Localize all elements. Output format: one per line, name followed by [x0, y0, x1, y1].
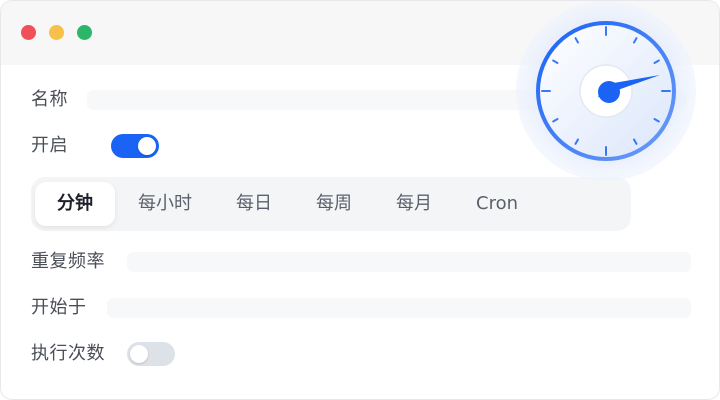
enable-toggle[interactable]: [111, 134, 159, 158]
tab-minute[interactable]: 分钟: [35, 182, 115, 226]
tab-monthly[interactable]: 每月: [377, 182, 451, 226]
exec-count-toggle[interactable]: [127, 342, 175, 366]
scheduler-window: 名称 开启 分钟 每小时 每日 每周 每月 Cron 重复频率 开始于 执行次数: [0, 0, 720, 400]
minimize-window-button[interactable]: [49, 25, 64, 40]
start-at-input[interactable]: [107, 298, 691, 318]
exec-count-label: 执行次数: [31, 343, 105, 364]
repeat-frequency-label: 重复频率: [31, 251, 105, 272]
speedometer-icon: [506, 1, 706, 201]
maximize-window-button[interactable]: [77, 25, 92, 40]
start-at-label: 开始于: [31, 297, 87, 318]
tab-hourly[interactable]: 每小时: [123, 182, 207, 226]
tab-daily[interactable]: 每日: [217, 182, 291, 226]
name-label: 名称: [31, 89, 68, 110]
enable-label: 开启: [31, 135, 68, 156]
repeat-frequency-input[interactable]: [127, 252, 691, 272]
toggle-knob: [130, 345, 148, 363]
close-window-button[interactable]: [21, 25, 36, 40]
toggle-knob: [138, 137, 156, 155]
tab-weekly[interactable]: 每周: [297, 182, 371, 226]
